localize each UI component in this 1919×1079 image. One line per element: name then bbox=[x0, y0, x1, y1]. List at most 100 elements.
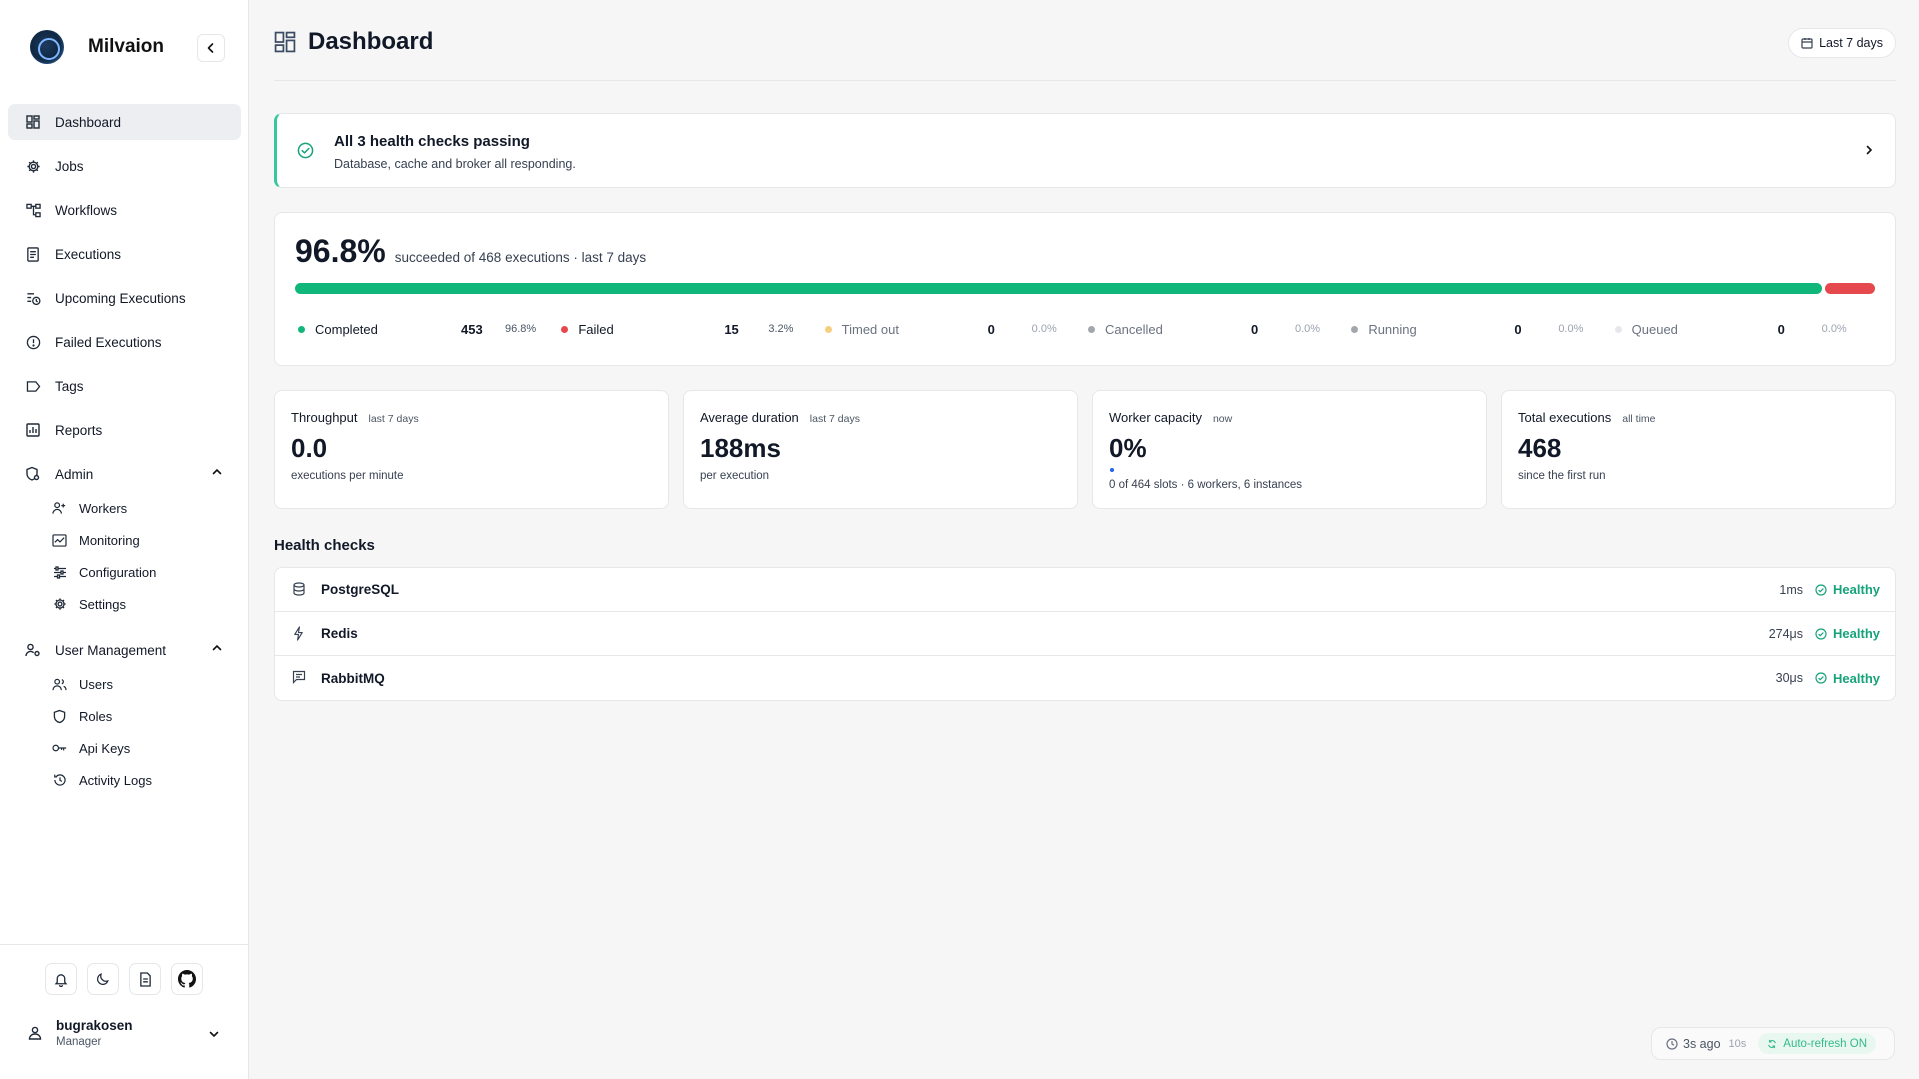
sidebar-item-configuration[interactable]: Configuration bbox=[8, 556, 241, 588]
sidebar-item-label: Configuration bbox=[79, 564, 157, 580]
stat-period: now bbox=[1212, 413, 1233, 425]
sidebar-item-label: Workflows bbox=[55, 202, 118, 218]
legend-label: Failed bbox=[578, 321, 614, 337]
document-list-icon bbox=[25, 246, 41, 262]
user-menu[interactable]: bugrakosen Manager bbox=[28, 1018, 228, 1048]
sidebar-item-monitoring[interactable]: Monitoring bbox=[8, 524, 241, 556]
sidebar-item-label: Executions bbox=[55, 246, 122, 262]
sidebar-item-users[interactable]: Users bbox=[8, 668, 241, 700]
user-name: bugrakosen bbox=[56, 1018, 133, 1033]
status-legend: Completed 453 96.8% Failed 15 3.2% Timed out 0 0… bbox=[295, 321, 1875, 337]
legend-count: 0 bbox=[1250, 321, 1259, 337]
throughput-card: Throughput last 7 days 0.0 executions per… bbox=[274, 390, 669, 509]
sidebar-group-user-management[interactable]: User Management bbox=[8, 632, 241, 668]
legend-dot bbox=[561, 325, 569, 333]
stat-period: last 7 days bbox=[809, 413, 860, 425]
legend-percent: 0.0% bbox=[1031, 323, 1057, 335]
health-check-latency: 1ms bbox=[1779, 582, 1803, 597]
legend-count: 0 bbox=[1777, 321, 1785, 337]
success-rate-value: 96.8% bbox=[295, 233, 386, 269]
sidebar-item-label: Monitoring bbox=[79, 532, 140, 548]
legend-item-running: Running 0 0.0% bbox=[1348, 321, 1611, 337]
github-button[interactable] bbox=[171, 963, 203, 995]
stat-value: 468 bbox=[1518, 433, 1562, 463]
database-icon bbox=[292, 582, 306, 601]
legend-percent: 0.0% bbox=[1294, 323, 1321, 335]
stat-label: Throughput last 7 days bbox=[291, 410, 419, 425]
legend-percent: 96.8% bbox=[505, 323, 537, 335]
sidebar-item-label: Tags bbox=[55, 378, 84, 394]
check-circle-icon bbox=[1815, 627, 1827, 640]
sidebar-item-settings[interactable]: Settings bbox=[8, 588, 241, 620]
health-check-status-text: Healthy bbox=[1833, 626, 1880, 641]
sidebar-item-workflows[interactable]: Workflows bbox=[8, 192, 241, 228]
sidebar-item-tags[interactable]: Tags bbox=[8, 368, 241, 404]
sidebar-item-label: Reports bbox=[55, 422, 103, 438]
page-title-text: Dashboard bbox=[308, 28, 434, 55]
check-circle-icon bbox=[1815, 672, 1827, 684]
sidebar-group-admin[interactable]: Admin bbox=[8, 456, 241, 492]
health-check-status-text: Healthy bbox=[1833, 670, 1880, 686]
notifications-button[interactable] bbox=[45, 963, 77, 995]
health-check-name: Redis bbox=[321, 626, 358, 641]
health-check-row-redis[interactable]: Redis 274μs Healthy bbox=[275, 612, 1895, 656]
lightning-icon bbox=[292, 626, 305, 646]
legend-dot bbox=[298, 325, 305, 333]
document-icon bbox=[139, 971, 151, 987]
health-check-name: PostgreSQL bbox=[321, 582, 400, 597]
health-check-latency: 30μs bbox=[1775, 671, 1803, 685]
docs-button[interactable] bbox=[129, 963, 161, 995]
stat-label: Average duration last 7 days bbox=[700, 410, 860, 425]
legend-count: 15 bbox=[724, 321, 739, 337]
refresh-interval: 10s bbox=[1728, 1037, 1747, 1050]
sliders-icon bbox=[52, 565, 67, 580]
health-summary-title: All 3 health checks passing bbox=[334, 133, 530, 150]
failed-segment bbox=[1824, 283, 1875, 294]
stat-label: Worker capacity now bbox=[1109, 410, 1232, 425]
health-check-row-rabbitmq[interactable]: RabbitMQ 30μs Healthy bbox=[275, 656, 1895, 700]
legend-count: 0 bbox=[987, 321, 995, 337]
clock-icon bbox=[1666, 1037, 1678, 1050]
sidebar-item-label: Failed Executions bbox=[55, 334, 162, 350]
date-range-button[interactable]: Last 7 days bbox=[1788, 28, 1896, 58]
health-check-status: Healthy bbox=[1815, 671, 1880, 686]
gear-icon bbox=[25, 158, 41, 174]
sidebar-item-roles[interactable]: Roles bbox=[8, 700, 241, 732]
shield-settings-icon bbox=[25, 466, 41, 482]
alert-circle-icon bbox=[25, 334, 41, 350]
check-circle-icon bbox=[1815, 583, 1827, 596]
health-check-latency: 274μs bbox=[1768, 626, 1803, 641]
success-rate-card: 96.8% succeeded of 468 executions · last… bbox=[274, 212, 1896, 366]
stat-subtext: 0 of 464 slots · 6 workers, 6 instances bbox=[1109, 479, 1303, 491]
sidebar-item-label: Workers bbox=[79, 500, 128, 516]
user-info: bugrakosen Manager bbox=[56, 1018, 133, 1048]
health-check-row-postgresql[interactable]: PostgreSQL 1ms Healthy bbox=[275, 568, 1895, 612]
sidebar-item-dashboard[interactable]: Dashboard bbox=[8, 104, 241, 140]
collapse-sidebar-button[interactable] bbox=[197, 34, 225, 62]
gear-icon bbox=[52, 597, 67, 612]
sidebar-item-api-keys[interactable]: Api Keys bbox=[8, 732, 241, 764]
legend-item-timed-out: Timed out 0 0.0% bbox=[822, 321, 1085, 337]
theme-toggle-button[interactable] bbox=[87, 963, 119, 995]
user-settings-icon bbox=[25, 642, 41, 658]
clock-list-icon bbox=[25, 290, 41, 306]
success-rate-summary: succeeded of 468 executions · last 7 day… bbox=[394, 250, 647, 265]
sidebar-item-jobs[interactable]: Jobs bbox=[8, 148, 241, 184]
bell-icon bbox=[54, 973, 68, 987]
shield-icon bbox=[52, 709, 67, 724]
health-summary-banner[interactable]: All 3 health checks passing Database, ca… bbox=[274, 113, 1896, 188]
sidebar-item-upcoming-executions[interactable]: Upcoming Executions bbox=[8, 280, 241, 316]
chevron-up-icon bbox=[212, 644, 222, 651]
sidebar-item-failed-executions[interactable]: Failed Executions bbox=[8, 324, 241, 360]
brand[interactable]: Milvaion bbox=[30, 30, 164, 64]
legend-count: 453 bbox=[461, 321, 483, 337]
sidebar-item-reports[interactable]: Reports bbox=[8, 412, 241, 448]
sidebar-nav: Dashboard Jobs Workflows Executions Upco… bbox=[8, 104, 241, 796]
sidebar-item-workers[interactable]: Workers bbox=[8, 492, 241, 524]
key-icon bbox=[52, 741, 67, 756]
sidebar-item-executions[interactable]: Executions bbox=[8, 236, 241, 272]
auto-refresh-toggle[interactable]: Auto-refresh ON bbox=[1758, 1033, 1877, 1054]
calendar-icon bbox=[1801, 37, 1813, 49]
legend-percent: 3.2% bbox=[768, 323, 794, 335]
sidebar-item-activity-logs[interactable]: Activity Logs bbox=[8, 764, 241, 796]
